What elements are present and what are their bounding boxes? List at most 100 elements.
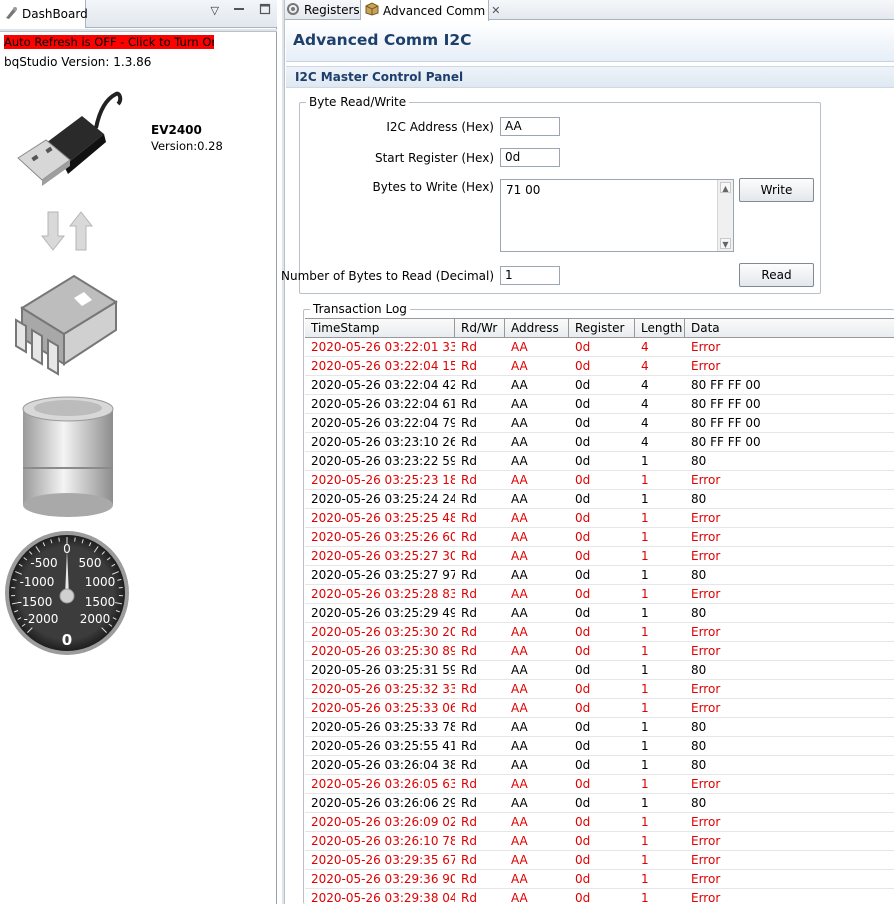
cell-register: 0d <box>575 739 591 753</box>
tab-registers[interactable]: Registers <box>282 0 361 20</box>
tab-dashboard[interactable]: DashBoard <box>0 0 88 28</box>
cell-rdwr: Rd <box>461 359 477 373</box>
table-row[interactable]: 2020-05-26 03:25:31 597 Rd AA 0d 1 80 <box>305 661 894 680</box>
tab-advanced-comm[interactable]: Advanced Comm ✕ <box>361 0 500 21</box>
cell-address: AA <box>511 530 528 544</box>
cell-register: 0d <box>575 644 591 658</box>
table-row[interactable]: 2020-05-26 03:22:04 423 Rd AA 0d 4 80 FF FF 0… <box>305 376 894 395</box>
cell-register: 0d <box>575 891 591 904</box>
cell-rdwr: Rd <box>461 473 477 487</box>
table-row[interactable]: 2020-05-26 03:26:06 290 Rd AA 0d 1 80 <box>305 794 894 813</box>
table-row[interactable]: 2020-05-26 03:25:25 481 Rd AA 0d 1 Error <box>305 509 894 528</box>
table-row[interactable]: 2020-05-26 03:25:55 416 Rd AA 0d 1 80 <box>305 737 894 756</box>
read-button[interactable]: Read <box>739 263 814 287</box>
cell-address: AA <box>511 739 528 753</box>
table-row[interactable]: 2020-05-26 03:29:36 909 Rd AA 0d 1 Error <box>305 870 894 889</box>
byte-read-write-group: Byte Read/Write I2C Address (Hex) AA Sta… <box>281 95 821 294</box>
cell-data: 80 <box>691 663 707 677</box>
table-row[interactable]: 2020-05-26 03:25:27 306 Rd AA 0d 1 Error <box>305 547 894 566</box>
table-row[interactable]: 2020-05-26 03:25:23 189 Rd AA 0d 1 Error <box>305 471 894 490</box>
table-row[interactable]: 2020-05-26 03:26:05 635 Rd AA 0d 1 Error <box>305 775 894 794</box>
scroll-up-icon[interactable]: ▲ <box>720 182 731 193</box>
usb-plug-icon[interactable] <box>12 88 127 188</box>
textarea-scrollbar[interactable]: ▲ ▼ <box>717 180 733 251</box>
cell-data: 80 <box>691 758 707 772</box>
auto-refresh-toggle[interactable]: Auto Refresh is OFF - Click to Turn On <box>4 35 214 49</box>
col-register[interactable]: Register <box>569 319 635 338</box>
col-data[interactable]: Data <box>685 319 894 338</box>
table-row[interactable]: 2020-05-26 03:22:04 610 Rd AA 0d 4 80 FF FF 0… <box>305 395 894 414</box>
table-row[interactable]: 2020-05-26 03:26:10 781 Rd AA 0d 1 Error <box>305 832 894 851</box>
cell-data: Error <box>691 644 721 658</box>
table-row[interactable]: 2020-05-26 03:22:01 335 Rd AA 0d 4 Error <box>305 338 894 357</box>
bytes-to-write-textarea[interactable]: 71 00 ▲ ▼ <box>500 179 734 252</box>
table-row[interactable]: 2020-05-26 03:25:30 208 Rd AA 0d 1 Error <box>305 623 894 642</box>
cell-timestamp: 2020-05-26 03:25:27 306 <box>311 549 455 563</box>
write-button[interactable]: Write <box>739 178 814 202</box>
col-address[interactable]: Address <box>505 319 569 338</box>
cell-register: 0d <box>575 853 591 867</box>
cell-length: 1 <box>641 473 649 487</box>
col-rdwr[interactable]: Rd/Wr <box>455 319 505 338</box>
cell-timestamp: 2020-05-26 03:22:04 610 <box>311 397 455 411</box>
table-row[interactable]: 2020-05-26 03:26:04 387 Rd AA 0d 1 80 <box>305 756 894 775</box>
cell-data: 80 FF FF 00 <box>691 397 761 411</box>
table-row[interactable]: 2020-05-26 03:25:26 604 Rd AA 0d 1 Error <box>305 528 894 547</box>
cell-data: 80 <box>691 568 707 582</box>
table-row[interactable]: 2020-05-26 03:22:04 158 Rd AA 0d 4 Error <box>305 357 894 376</box>
cell-register: 0d <box>575 530 591 544</box>
table-row[interactable]: 2020-05-26 03:25:33 781 Rd AA 0d 1 80 <box>305 718 894 737</box>
cell-data: Error <box>691 834 721 848</box>
cell-length: 1 <box>641 530 649 544</box>
cell-rdwr: Rd <box>461 834 477 848</box>
table-row[interactable]: 2020-05-26 03:25:33 063 Rd AA 0d 1 Error <box>305 699 894 718</box>
cell-rdwr: Rd <box>461 644 477 658</box>
cell-timestamp: 2020-05-26 03:26:06 290 <box>311 796 455 810</box>
battery-icon[interactable] <box>20 395 116 519</box>
table-row[interactable]: 2020-05-26 03:25:29 490 Rd AA 0d 1 80 <box>305 604 894 623</box>
table-row[interactable]: 2020-05-26 03:26:09 020 Rd AA 0d 1 Error <box>305 813 894 832</box>
table-row[interactable]: 2020-05-26 03:25:27 977 Rd AA 0d 1 80 <box>305 566 894 585</box>
package-icon <box>365 2 379 19</box>
cell-timestamp: 2020-05-26 03:25:24 249 <box>311 492 455 506</box>
col-length[interactable]: Length <box>635 319 685 338</box>
table-row[interactable]: 2020-05-26 03:25:24 249 Rd AA 0d 1 80 <box>305 490 894 509</box>
cell-length: 4 <box>641 359 649 373</box>
cell-rdwr: Rd <box>461 682 477 696</box>
cell-address: AA <box>511 549 528 563</box>
cell-register: 0d <box>575 587 591 601</box>
col-timestamp[interactable]: TimeStamp <box>305 319 455 338</box>
cell-timestamp: 2020-05-26 03:25:33 063 <box>311 701 455 715</box>
cell-length: 4 <box>641 416 649 430</box>
table-row[interactable]: 2020-05-26 03:25:32 330 Rd AA 0d 1 Error <box>305 680 894 699</box>
tab-advanced-comm-label: Advanced Comm <box>383 3 486 18</box>
cell-address: AA <box>511 682 528 696</box>
cell-length: 1 <box>641 834 649 848</box>
cell-timestamp: 2020-05-26 03:23:22 591 <box>311 454 455 468</box>
cell-data: Error <box>691 853 721 867</box>
bytes-to-write-label: Bytes to Write (Hex) <box>372 180 494 194</box>
cell-timestamp: 2020-05-26 03:25:26 604 <box>311 530 455 544</box>
table-row[interactable]: 2020-05-26 03:29:35 677 Rd AA 0d 1 Error <box>305 851 894 870</box>
table-row[interactable]: 2020-05-26 03:29:38 048 Rd AA 0d 1 Error <box>305 889 894 904</box>
bytes-to-read-input[interactable]: 1 <box>500 266 560 285</box>
cell-data: Error <box>691 473 721 487</box>
i2c-address-input[interactable]: AA <box>500 117 560 136</box>
transfer-arrows-icon <box>40 210 94 252</box>
cell-length: 1 <box>641 701 649 715</box>
table-row[interactable]: 2020-05-26 03:25:30 895 Rd AA 0d 1 Error <box>305 642 894 661</box>
start-register-input[interactable]: 0d <box>500 148 560 167</box>
cell-rdwr: Rd <box>461 568 477 582</box>
table-row[interactable]: 2020-05-26 03:25:28 835 Rd AA 0d 1 Error <box>305 585 894 604</box>
cell-length: 1 <box>641 492 649 506</box>
maximize-icon[interactable] <box>259 3 271 18</box>
table-row[interactable]: 2020-05-26 03:23:22 591 Rd AA 0d 1 80 <box>305 452 894 471</box>
minimize-icon[interactable] <box>233 3 245 18</box>
table-row[interactable]: 2020-05-26 03:23:10 267 Rd AA 0d 4 80 FF FF 0… <box>305 433 894 452</box>
cell-rdwr: Rd <box>461 891 477 904</box>
gauge-chip-icon[interactable] <box>12 268 124 378</box>
view-menu-icon[interactable]: ▽ <box>211 4 219 17</box>
table-row[interactable]: 2020-05-26 03:22:04 797 Rd AA 0d 4 80 FF FF 0… <box>305 414 894 433</box>
scroll-down-icon[interactable]: ▼ <box>720 238 731 249</box>
close-tab-icon[interactable]: ✕ <box>491 4 500 17</box>
